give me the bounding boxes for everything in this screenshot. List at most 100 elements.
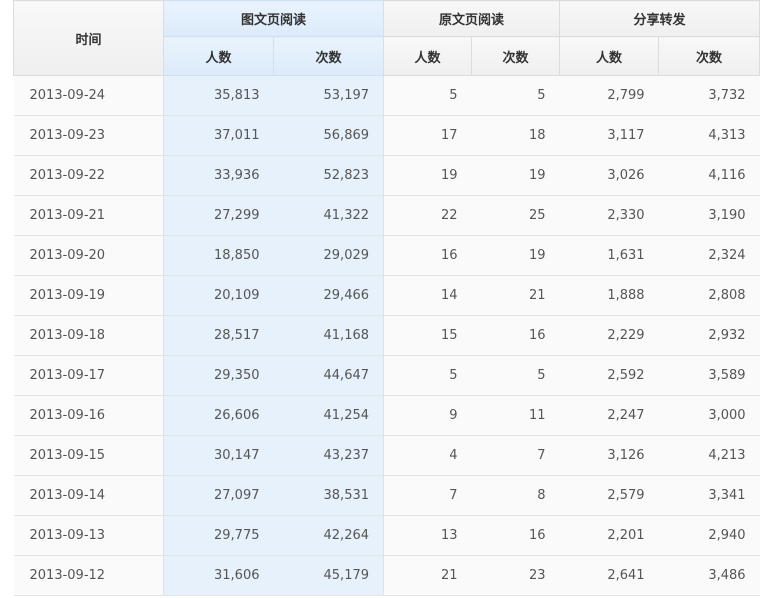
cell-original-times: 23 xyxy=(471,555,560,596)
cell-original-people: 7 xyxy=(383,475,472,516)
table-row[interactable]: 2013-09-15 30,147 43,237 4 7 3,126 4,213 xyxy=(13,435,760,476)
header-share-people[interactable]: 人数 xyxy=(559,36,660,76)
stats-table-container: 时间 图文页阅读 原文页阅读 分享转发 人数 次数 人数 次数 人数 次数 20… xyxy=(13,0,761,596)
cell-graphic-people: 28,517 xyxy=(163,315,274,356)
cell-graphic-times: 44,647 xyxy=(273,355,384,396)
cell-date: 2013-09-16 xyxy=(13,395,164,436)
cell-share-times: 3,486 xyxy=(658,555,760,596)
cell-original-people: 5 xyxy=(383,355,472,396)
cell-date: 2013-09-24 xyxy=(13,75,164,116)
cell-original-times: 19 xyxy=(471,235,560,276)
cell-graphic-times: 41,168 xyxy=(273,315,384,356)
cell-graphic-times: 29,466 xyxy=(273,275,384,316)
cell-date: 2013-09-22 xyxy=(13,155,164,196)
cell-share-people: 2,799 xyxy=(559,75,659,116)
cell-graphic-people: 27,299 xyxy=(163,195,274,236)
cell-share-times: 3,341 xyxy=(658,475,760,516)
cell-share-people: 2,229 xyxy=(559,315,659,356)
cell-date: 2013-09-19 xyxy=(13,275,164,316)
cell-original-people: 17 xyxy=(383,115,472,156)
cell-graphic-times: 52,823 xyxy=(273,155,384,196)
table-row[interactable]: 2013-09-18 28,517 41,168 15 16 2,229 2,932 xyxy=(13,315,760,356)
cell-graphic-times: 42,264 xyxy=(273,515,384,556)
cell-share-times: 2,808 xyxy=(658,275,760,316)
cell-original-times: 7 xyxy=(471,435,560,476)
cell-original-people: 4 xyxy=(383,435,472,476)
cell-share-times: 2,940 xyxy=(658,515,760,556)
cell-date: 2013-09-12 xyxy=(13,555,164,596)
cell-original-times: 25 xyxy=(471,195,560,236)
header-graphic-times[interactable]: 次数 xyxy=(272,36,385,76)
table-row[interactable]: 2013-09-23 37,011 56,869 17 18 3,117 4,313 xyxy=(13,115,760,156)
cell-original-times: 16 xyxy=(471,315,560,356)
table-row[interactable]: 2013-09-13 29,775 42,264 13 16 2,201 2,940 xyxy=(13,515,760,556)
cell-share-people: 2,592 xyxy=(559,355,659,396)
header-original-people[interactable]: 人数 xyxy=(383,36,473,76)
cell-graphic-people: 29,350 xyxy=(163,355,274,396)
cell-original-times: 16 xyxy=(471,515,560,556)
header-time[interactable]: 时间 xyxy=(13,0,164,76)
cell-date: 2013-09-17 xyxy=(13,355,164,396)
cell-original-people: 5 xyxy=(383,75,472,116)
cell-share-times: 3,589 xyxy=(658,355,760,396)
cell-graphic-times: 29,029 xyxy=(273,235,384,276)
cell-date: 2013-09-15 xyxy=(13,435,164,476)
cell-original-times: 5 xyxy=(471,355,560,396)
cell-graphic-people: 26,606 xyxy=(163,395,274,436)
header-group-graphic-reads[interactable]: 图文页阅读 xyxy=(162,0,385,37)
table-row[interactable]: 2013-09-20 18,850 29,029 16 19 1,631 2,324 xyxy=(13,235,760,276)
cell-graphic-people: 30,147 xyxy=(163,435,274,476)
table-row[interactable]: 2013-09-22 33,936 52,823 19 19 3,026 4,116 xyxy=(13,155,760,196)
table-row[interactable]: 2013-09-12 31,606 45,179 21 23 2,641 3,486 xyxy=(13,555,760,596)
header-graphic-people[interactable]: 人数 xyxy=(163,36,274,76)
cell-share-times: 3,732 xyxy=(658,75,760,116)
cell-original-times: 5 xyxy=(471,75,560,116)
cell-graphic-times: 56,869 xyxy=(273,115,384,156)
cell-share-times: 4,313 xyxy=(658,115,760,156)
cell-share-people: 3,117 xyxy=(559,115,659,156)
cell-graphic-times: 45,179 xyxy=(273,555,384,596)
cell-share-people: 2,641 xyxy=(559,555,659,596)
table-row[interactable]: 2013-09-21 27,299 41,322 22 25 2,330 3,190 xyxy=(13,195,760,236)
cell-date: 2013-09-21 xyxy=(13,195,164,236)
cell-original-times: 21 xyxy=(471,275,560,316)
cell-share-times: 3,000 xyxy=(658,395,760,436)
cell-original-people: 14 xyxy=(383,275,472,316)
header-share-times[interactable]: 次数 xyxy=(658,36,761,76)
cell-graphic-times: 41,322 xyxy=(273,195,384,236)
cell-graphic-people: 35,813 xyxy=(163,75,274,116)
cell-original-people: 22 xyxy=(383,195,472,236)
cell-original-people: 15 xyxy=(383,315,472,356)
cell-share-people: 1,888 xyxy=(559,275,659,316)
table-row[interactable]: 2013-09-24 35,813 53,197 5 5 2,799 3,732 xyxy=(13,75,760,116)
cell-graphic-people: 37,011 xyxy=(163,115,274,156)
table-row[interactable]: 2013-09-19 20,109 29,466 14 21 1,888 2,808 xyxy=(13,275,760,316)
cell-original-people: 9 xyxy=(383,395,472,436)
cell-graphic-people: 18,850 xyxy=(163,235,274,276)
table-row[interactable]: 2013-09-14 27,097 38,531 7 8 2,579 3,341 xyxy=(13,475,760,516)
header-original-times[interactable]: 次数 xyxy=(471,36,561,76)
cell-graphic-times: 53,197 xyxy=(273,75,384,116)
cell-share-people: 2,247 xyxy=(559,395,659,436)
header-group-original-reads[interactable]: 原文页阅读 xyxy=(383,0,561,37)
cell-share-times: 3,190 xyxy=(658,195,760,236)
header-group-shares[interactable]: 分享转发 xyxy=(559,0,761,37)
cell-original-people: 19 xyxy=(383,155,472,196)
cell-original-times: 8 xyxy=(471,475,560,516)
cell-date: 2013-09-13 xyxy=(13,515,164,556)
cell-graphic-times: 43,237 xyxy=(273,435,384,476)
table-row[interactable]: 2013-09-16 26,606 41,254 9 11 2,247 3,000 xyxy=(13,395,760,436)
cell-share-people: 3,126 xyxy=(559,435,659,476)
cell-date: 2013-09-20 xyxy=(13,235,164,276)
stats-table: 时间 图文页阅读 原文页阅读 分享转发 人数 次数 人数 次数 人数 次数 20… xyxy=(13,0,761,596)
cell-date: 2013-09-23 xyxy=(13,115,164,156)
table-row[interactable]: 2013-09-17 29,350 44,647 5 5 2,592 3,589 xyxy=(13,355,760,396)
cell-original-people: 21 xyxy=(383,555,472,596)
cell-graphic-people: 27,097 xyxy=(163,475,274,516)
table-body: 2013-09-24 35,813 53,197 5 5 2,799 3,732 2013-0… xyxy=(13,75,760,596)
cell-graphic-people: 29,775 xyxy=(163,515,274,556)
cell-share-times: 4,116 xyxy=(658,155,760,196)
table-header: 时间 图文页阅读 原文页阅读 分享转发 人数 次数 人数 次数 人数 次数 xyxy=(13,0,761,76)
cell-share-times: 4,213 xyxy=(658,435,760,476)
cell-original-times: 19 xyxy=(471,155,560,196)
